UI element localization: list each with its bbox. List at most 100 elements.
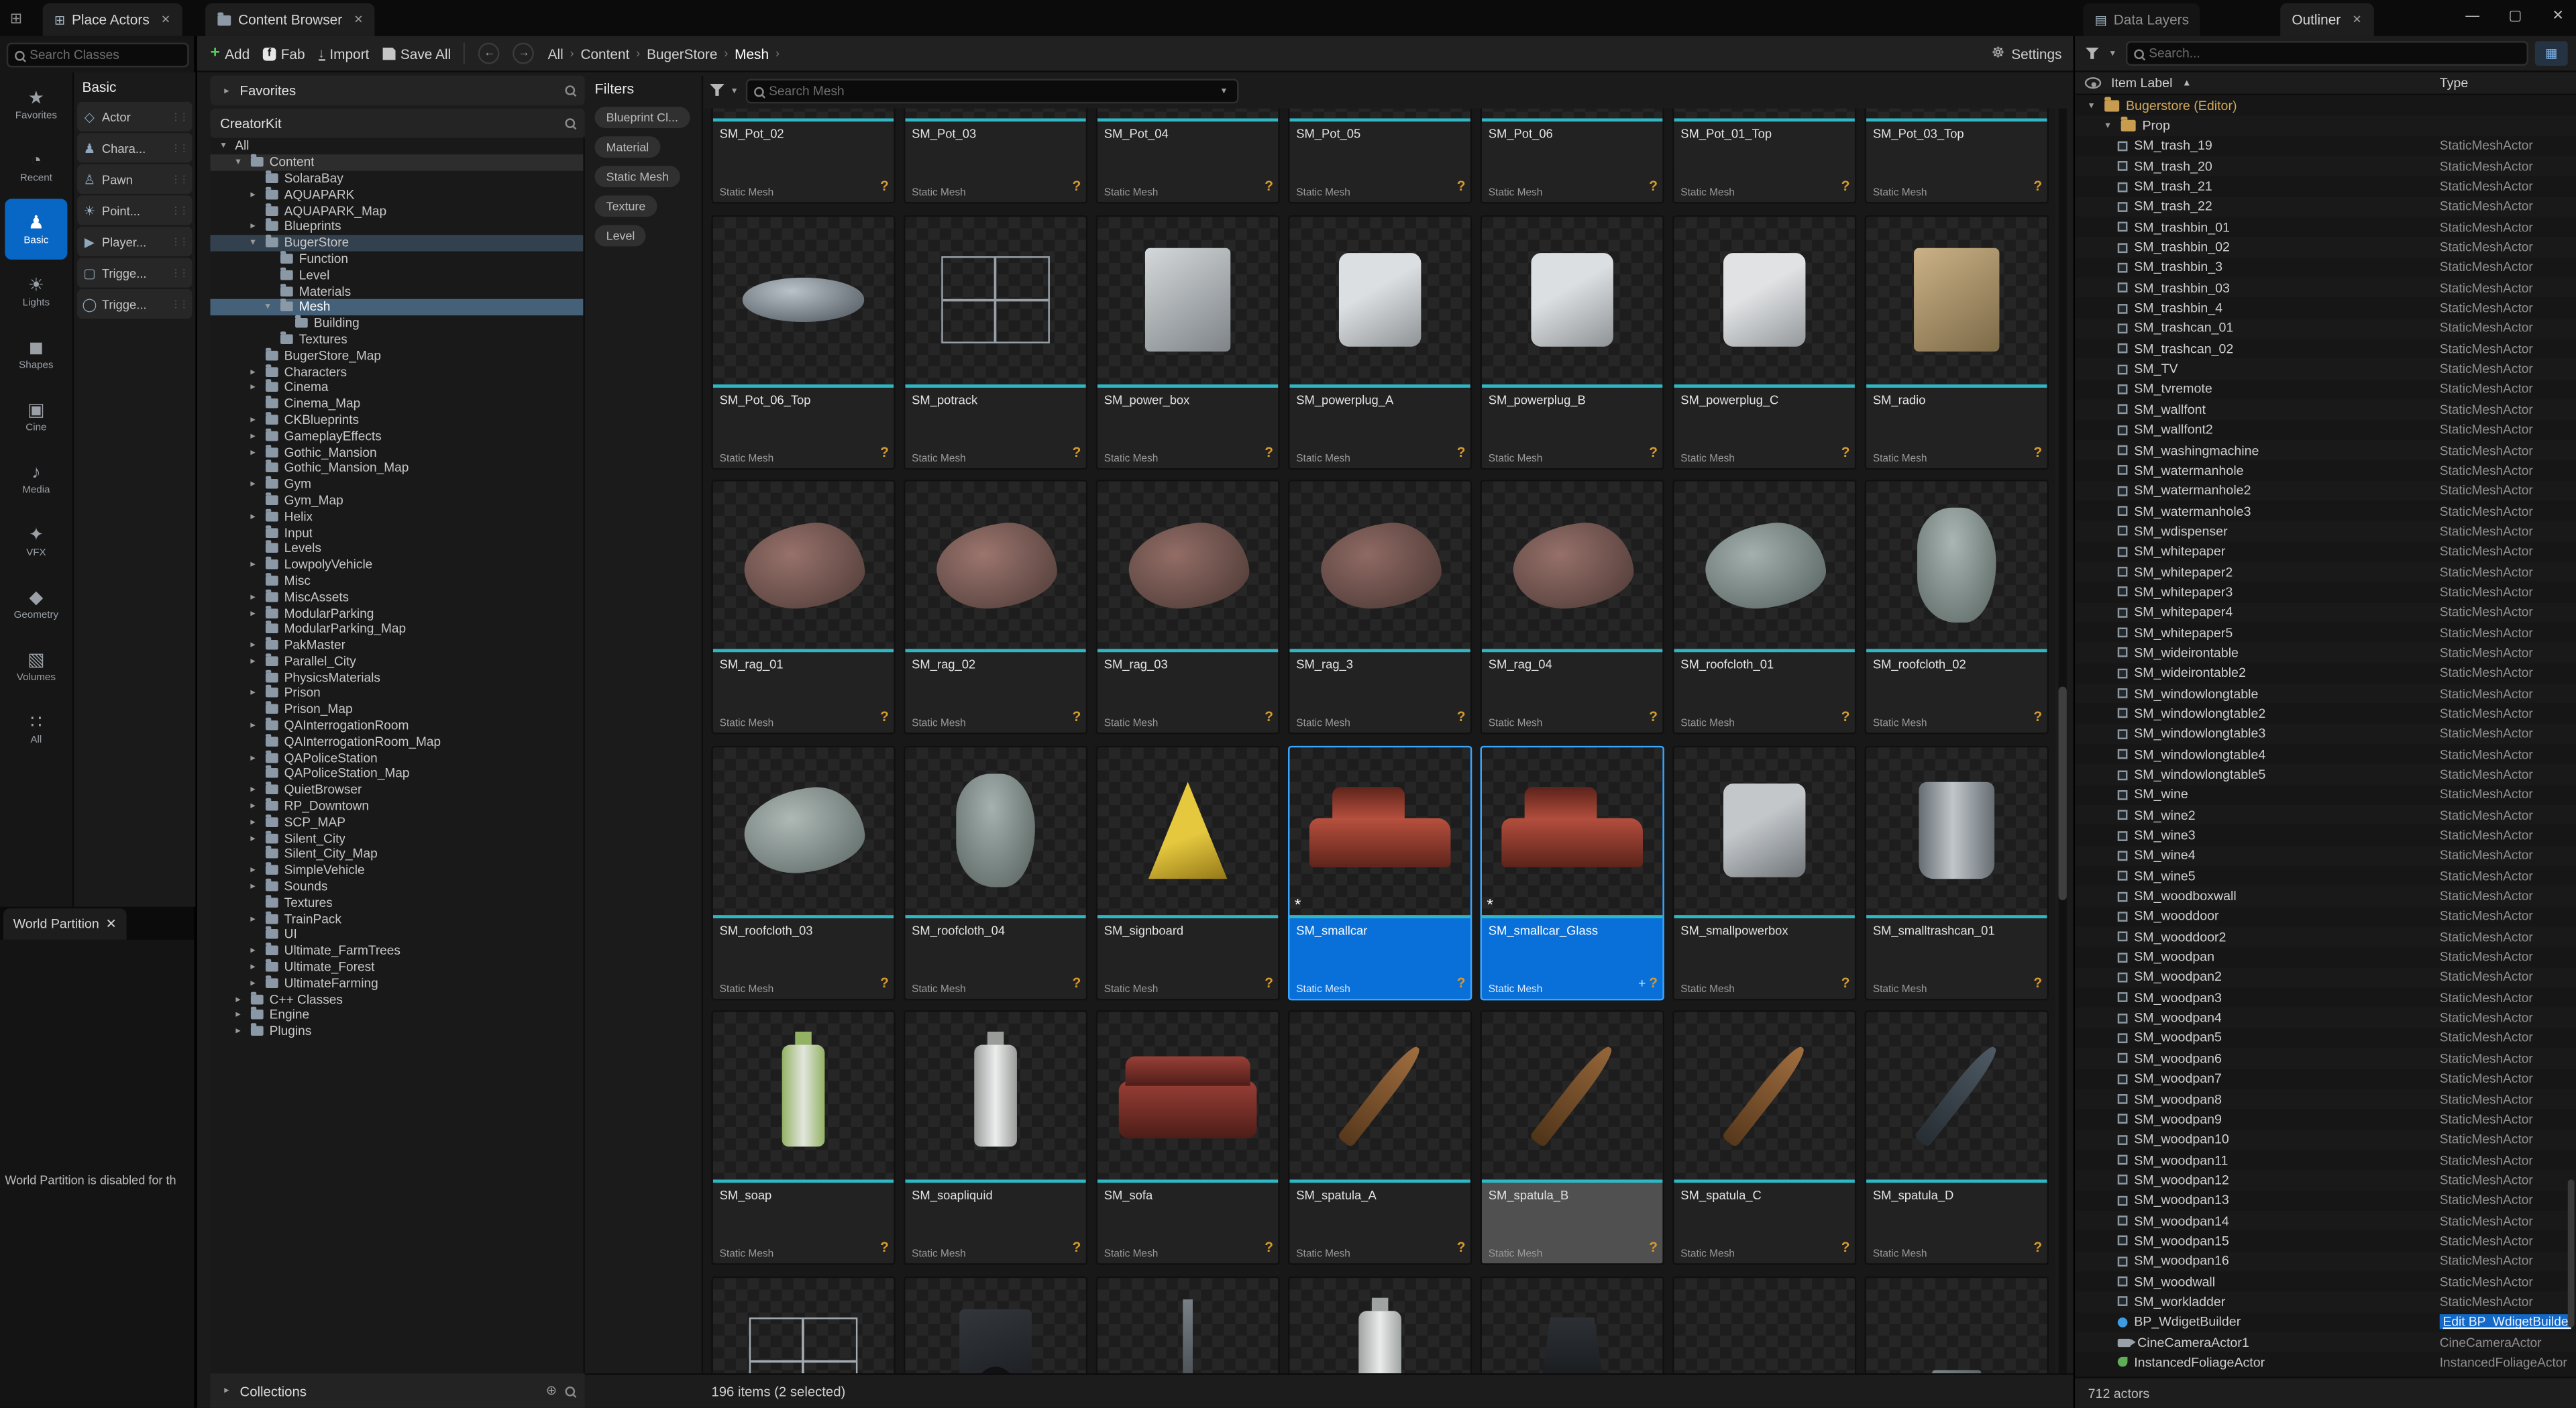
breadcrumb-bugerstore[interactable]: BugerStore: [647, 45, 717, 61]
close-icon[interactable]: ✕: [106, 917, 117, 932]
outliner-row-sm-wallfont[interactable]: SM_wallfontStaticMeshActor: [2075, 399, 2576, 419]
asset-tile[interactable]: [1095, 1276, 1279, 1374]
tree-expander-icon[interactable]: ▸: [246, 559, 260, 570]
folder-cinema[interactable]: ▸Cinema: [210, 380, 583, 396]
asset-tile-sm-rag-02[interactable]: SM_rag_02Static Mesh?: [904, 480, 1087, 735]
outliner-row-sm-wine5[interactable]: SM_wine5StaticMeshActor: [2075, 866, 2576, 886]
asset-tile-sm-powerplug-b[interactable]: SM_powerplug_BStatic Mesh?: [1481, 215, 1664, 470]
tree-expander-icon[interactable]: ▸: [246, 800, 260, 812]
outliner-row-sm-woodpan[interactable]: SM_woodpanStaticMeshActor: [2075, 947, 2576, 967]
asset-tile[interactable]: [1865, 1276, 2049, 1374]
folder-qainterrogationroom[interactable]: ▸QAInterrogationRoom: [210, 717, 583, 733]
breadcrumb-all[interactable]: All: [548, 45, 564, 61]
outliner-row-sm-washingmachine[interactable]: SM_washingmachineStaticMeshActor: [2075, 440, 2576, 460]
asset-tile-sm-roofcloth-04[interactable]: SM_roofcloth_04Static Mesh?: [904, 745, 1087, 1000]
filter-chip-texture[interactable]: Texture: [595, 195, 657, 217]
search-assets-input[interactable]: [769, 84, 1212, 99]
sources-header[interactable]: CreatorKit: [210, 109, 584, 138]
tree-expander-icon[interactable]: ▸: [246, 945, 260, 957]
outliner-row-sm-trash-19[interactable]: SM_trash_19StaticMeshActor: [2075, 136, 2576, 156]
folder-gothic-mansion[interactable]: ▸Gothic_Mansion: [210, 444, 583, 460]
tab-place-actors[interactable]: ⊞ Place Actors ✕: [43, 3, 182, 36]
outliner-row-instancedfoliageactor[interactable]: InstancedFoliageActorInstancedFoliageAct…: [2075, 1352, 2576, 1372]
folder-textures[interactable]: Textures: [210, 331, 583, 347]
asset-tile-sm-smalltrashcan-01[interactable]: SM_smalltrashcan_01Static Mesh?: [1865, 745, 2049, 1000]
folder-building[interactable]: Building: [210, 315, 583, 331]
asset-tile-sm-smallcar[interactable]: *SM_smallcarStatic Mesh?: [1288, 745, 1472, 1000]
place-item-chara-[interactable]: ♟Chara...⋮⋮: [77, 133, 192, 162]
asset-tile[interactable]: [1288, 1276, 1472, 1374]
asset-tile-sm-rag-01[interactable]: SM_rag_01Static Mesh?: [711, 480, 895, 735]
folder-helix[interactable]: ▸Helix: [210, 508, 583, 525]
outliner-row-sm-trashcan-02[interactable]: SM_trashcan_02StaticMeshActor: [2075, 339, 2576, 359]
asset-tile-sm-rag-3[interactable]: SM_rag_3Static Mesh?: [1288, 480, 1472, 735]
outliner-row-sm-whitepaper2[interactable]: SM_whitepaper2StaticMeshActor: [2075, 561, 2576, 582]
folder-qainterrogationroom-map[interactable]: QAInterrogationRoom_Map: [210, 733, 583, 749]
filter-chip-static-mesh[interactable]: Static Mesh: [595, 166, 681, 187]
outliner-row-sm-whitepaper4[interactable]: SM_whitepaper4StaticMeshActor: [2075, 602, 2576, 622]
tree-expander-icon[interactable]: ▸: [246, 510, 260, 522]
import-button[interactable]: ↓ Import: [318, 45, 369, 61]
place-item-trigge-[interactable]: ▢Trigge...⋮⋮: [77, 258, 192, 287]
filter-chip-blueprint-cl-[interactable]: Blueprint Cl...: [595, 107, 690, 128]
outliner-row-sm-windowlongtable5[interactable]: SM_windowlongtable5StaticMeshActor: [2075, 765, 2576, 785]
asset-tile-sm-pot-03[interactable]: SM_Pot_03Static Mesh?: [904, 109, 1087, 204]
tab-outliner[interactable]: Outliner ✕: [2280, 3, 2373, 36]
asset-search[interactable]: ▾: [746, 79, 1239, 104]
folder-ckblueprints[interactable]: ▸CKBlueprints: [210, 412, 583, 428]
asset-grid-scrollbar[interactable]: [2059, 109, 2067, 1374]
place-category-cine[interactable]: ▣Cine: [5, 386, 67, 447]
folder-level[interactable]: Level: [210, 267, 583, 283]
search-icon[interactable]: [565, 1386, 575, 1396]
search-outliner-input[interactable]: [2149, 46, 2520, 61]
tree-expander-icon[interactable]: ▸: [246, 816, 260, 828]
place-category-volumes[interactable]: ▧Volumes: [5, 636, 67, 697]
asset-tile-sm-radio[interactable]: SM_radioStatic Mesh?: [1865, 215, 2049, 470]
folder-parallel-city[interactable]: ▸Parallel_City: [210, 653, 583, 669]
asset-tile-sm-sofa[interactable]: SM_sofaStatic Mesh?: [1095, 1010, 1279, 1265]
tree-expander-icon[interactable]: ▸: [231, 993, 245, 1005]
outliner-scrollbar[interactable]: [2568, 95, 2575, 1376]
search-classes-input[interactable]: [30, 48, 180, 62]
outliner-row-sm-whitepaper3[interactable]: SM_whitepaper3StaticMeshActor: [2075, 582, 2576, 602]
asset-tile-sm-rag-03[interactable]: SM_rag_03Static Mesh?: [1095, 480, 1279, 735]
tree-expander-icon[interactable]: ▾: [217, 140, 230, 152]
asset-tile-sm-spatula-a[interactable]: SM_spatula_AStatic Mesh?: [1288, 1010, 1472, 1265]
asset-tile-sm-powerplug-a[interactable]: SM_powerplug_AStatic Mesh?: [1288, 215, 1472, 470]
folder-simplevehicle[interactable]: ▸SimpleVehicle: [210, 862, 583, 878]
folder-mesh[interactable]: ▾Mesh: [210, 299, 583, 315]
type-column[interactable]: Type: [2440, 76, 2468, 91]
outliner-row-sm-watermanhole[interactable]: SM_watermanholeStaticMeshActor: [2075, 460, 2576, 480]
close-icon[interactable]: ✕: [354, 13, 363, 27]
folder-ui[interactable]: UI: [210, 926, 583, 942]
place-category-vfx[interactable]: ✦VFX: [5, 511, 67, 572]
folder-input[interactable]: Input: [210, 525, 583, 541]
asset-tile-sm-pot-04[interactable]: SM_Pot_04Static Mesh?: [1095, 109, 1279, 204]
asset-tile-sm-pot-02[interactable]: SM_Pot_02Static Mesh?: [711, 109, 895, 204]
place-category-lights[interactable]: ☀Lights: [5, 261, 67, 322]
outliner-row-sm-wideirontable[interactable]: SM_wideirontableStaticMeshActor: [2075, 643, 2576, 663]
outliner-row-sm-watermanhole2[interactable]: SM_watermanhole2StaticMeshActor: [2075, 480, 2576, 500]
asset-tile-sm-smallcar-glass[interactable]: *SM_smallcar_GlassStatic Mesh+?: [1481, 745, 1664, 1000]
tab-world-partition[interactable]: World Partition ✕: [3, 908, 127, 940]
asset-tile-sm-pot-06[interactable]: SM_Pot_06Static Mesh?: [1481, 109, 1664, 204]
folder-blueprints[interactable]: ▸Blueprints: [210, 219, 583, 235]
outliner-row-sm-trashbin-02[interactable]: SM_trashbin_02StaticMeshActor: [2075, 237, 2576, 258]
tree-expander-icon[interactable]: ▸: [231, 1026, 245, 1037]
outliner-row-sm-trash-20[interactable]: SM_trash_20StaticMeshActor: [2075, 156, 2576, 176]
tab-data-layers[interactable]: ▤ Data Layers: [2083, 3, 2200, 36]
folder-ultimate-farmtrees[interactable]: ▸Ultimate_FarmTrees: [210, 942, 583, 959]
asset-tile[interactable]: [904, 1276, 1087, 1374]
folder-ultimate-forest[interactable]: ▸Ultimate_Forest: [210, 959, 583, 975]
outliner-row-sm-windowlongtable2[interactable]: SM_windowlongtable2StaticMeshActor: [2075, 704, 2576, 724]
tree-expander-icon[interactable]: ▸: [246, 865, 260, 876]
asset-tile-sm-spatula-d[interactable]: SM_spatula_DStatic Mesh?: [1865, 1010, 2049, 1265]
tree-expander-icon[interactable]: ▾: [246, 237, 260, 248]
outliner-row-sm-tvremote[interactable]: SM_tvremoteStaticMeshActor: [2075, 379, 2576, 399]
outliner-row-sm-woodpan2[interactable]: SM_woodpan2StaticMeshActor: [2075, 967, 2576, 987]
outliner-row-sm-trashbin-4[interactable]: SM_trashbin_4StaticMeshActor: [2075, 298, 2576, 318]
place-category-shapes[interactable]: ◼Shapes: [5, 323, 67, 384]
folder-modularparking-map[interactable]: ModularParking_Map: [210, 620, 583, 637]
outliner-row-sm-trashcan-01[interactable]: SM_trashcan_01StaticMeshActor: [2075, 319, 2576, 339]
tree-expander-icon[interactable]: ▸: [246, 382, 260, 393]
